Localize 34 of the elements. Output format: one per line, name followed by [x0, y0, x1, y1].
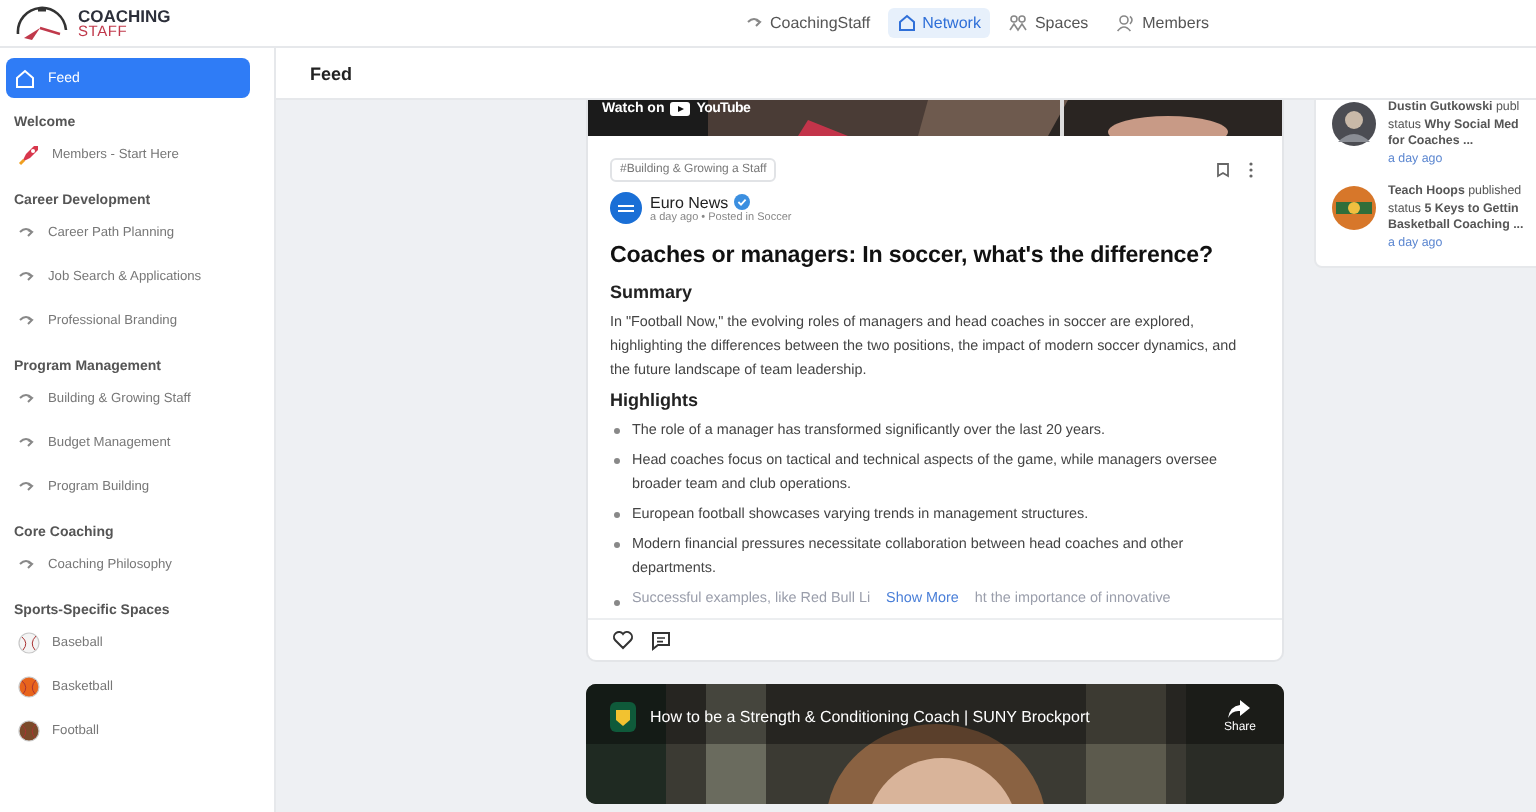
- whistle-icon: [18, 225, 36, 239]
- home-icon: [898, 14, 917, 32]
- whistle-icon: [18, 557, 36, 571]
- page-title: Feed: [310, 63, 353, 83]
- highlights-heading: Highlights: [610, 388, 700, 415]
- channel-logo-icon: [610, 702, 636, 733]
- people-icon: [1008, 14, 1029, 32]
- video-title[interactable]: How to be a Strength & Conditioning Coach | SUNY Brockport: [650, 708, 1202, 727]
- brand-name: COACHING: [78, 7, 171, 23]
- nav-tab[interactable]: CoachingStaff: [736, 8, 881, 38]
- members-icon: [1116, 14, 1137, 32]
- team-logo-icon: [1332, 186, 1376, 230]
- home-icon: [14, 67, 36, 89]
- nav-tab[interactable]: Members: [1106, 8, 1219, 38]
- share-icon: [1228, 700, 1251, 719]
- stopwatch-logo-icon: [12, 5, 72, 41]
- whistle-icon: [18, 269, 36, 283]
- author-name[interactable]: Euro News: [650, 193, 729, 211]
- summary-heading: Summary: [610, 280, 695, 306]
- avatar-icon: [610, 192, 642, 224]
- post-title: Coaches or managers: In soccer, what's the difference?: [610, 240, 1215, 272]
- whistle-icon: [18, 435, 36, 449]
- bookmark-icon[interactable]: [1216, 162, 1230, 178]
- whistle-icon: [746, 16, 764, 30]
- comment-icon[interactable]: [650, 629, 672, 652]
- whistle-icon: [18, 391, 36, 405]
- avatar-icon: [1332, 102, 1376, 146]
- whistle-icon: [18, 313, 36, 327]
- nav-tab[interactable]: Spaces: [998, 8, 1099, 38]
- rocket-icon: [18, 143, 40, 165]
- more-icon[interactable]: [1248, 162, 1254, 178]
- whistle-icon: [18, 479, 36, 493]
- heart-icon[interactable]: [612, 630, 634, 651]
- nav-tab[interactable]: Network: [888, 8, 991, 38]
